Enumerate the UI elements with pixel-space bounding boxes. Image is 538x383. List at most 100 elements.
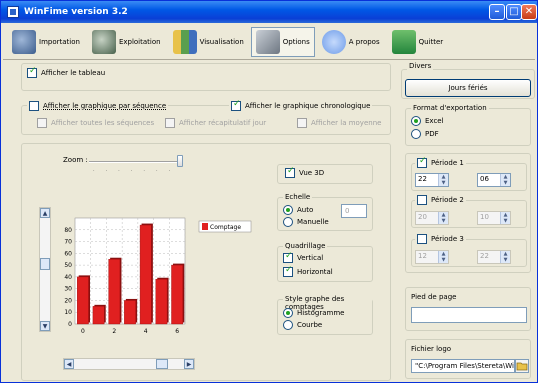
zoom-ticks: ······· — [93, 168, 182, 174]
checkbox-label: Période 2 — [431, 196, 464, 204]
y-tick-label: 40 — [64, 274, 72, 281]
periode3-checkbox[interactable]: Période 3 — [415, 234, 466, 244]
bar — [171, 264, 184, 325]
checkbox-label: Afficher le graphique chronologique — [245, 102, 371, 110]
periode1-to-spin[interactable]: 06 ▲ ▼ — [477, 173, 511, 187]
horizontal-checkbox[interactable]: Horizontal — [283, 265, 333, 277]
echelle-input[interactable]: 0 — [341, 204, 367, 218]
checkbox-label: Horizontal — [297, 268, 333, 276]
periode1-checkbox[interactable]: Période 1 — [415, 156, 466, 168]
periode1-from-spin[interactable]: 22 ▲ ▼ — [415, 173, 449, 187]
toolbar-importation[interactable]: Importation — [7, 27, 85, 57]
chart-hscroll[interactable]: ◀ ▶ — [63, 358, 195, 370]
periode3-to-spin[interactable]: 22 ▲ ▼ — [477, 250, 511, 264]
radio-excel[interactable]: Excel — [411, 116, 444, 126]
folder-icon[interactable] — [515, 359, 529, 373]
toolbar-label: Quitter — [418, 37, 444, 46]
toutes-sequences-checkbox[interactable]: Afficher toutes les séquences — [37, 118, 154, 128]
spin-value: 22 — [480, 252, 489, 260]
maximize-button[interactable]: □ — [506, 4, 522, 20]
logo-path-input[interactable]: "C:\Program Files\Stereta\Winfi — [411, 359, 515, 373]
radio-pdf[interactable]: PDF — [411, 129, 439, 139]
periode3-from-spin[interactable]: 12 ▲ ▼ — [415, 250, 449, 264]
pied-input[interactable] — [411, 307, 527, 323]
spin-arrows[interactable]: ▲ ▼ — [500, 174, 510, 186]
checkbox-label: Afficher récapitulatif jour — [179, 119, 267, 127]
checkbox-label: Période 1 — [431, 159, 464, 167]
y-tick-label: 60 — [64, 250, 72, 257]
x-tick-label: 4 — [144, 328, 148, 335]
bar — [108, 259, 121, 325]
spin-arrows[interactable]: ▲ ▼ — [500, 212, 510, 224]
toolbar-quitter[interactable]: Quitter — [387, 27, 449, 57]
scroll-thumb[interactable] — [40, 258, 50, 270]
radio-dot — [283, 308, 293, 318]
radio-dot — [283, 320, 293, 330]
spin-value: 22 — [418, 175, 427, 183]
magnifier-icon — [91, 29, 116, 54]
x-tick-label: 2 — [112, 328, 116, 335]
radio-manuelle[interactable]: Manuelle — [283, 217, 329, 227]
zoom-slider[interactable] — [177, 155, 183, 167]
app-icon — [7, 6, 19, 18]
app-window: WinFime version 3.2 – □ ✕ Importation Ex… — [0, 0, 538, 383]
periode2-from-spin[interactable]: 20 ▲ ▼ — [415, 211, 449, 225]
minimize-button[interactable]: – — [489, 4, 505, 20]
jours-feries-button[interactable]: Jours fériés — [405, 79, 531, 97]
toolbar-label: Visualisation — [199, 37, 244, 46]
graph-sequence-checkbox[interactable]: Afficher le graphique par séquence — [27, 101, 169, 111]
scroll-right-arrow[interactable]: ▶ — [184, 359, 194, 369]
radio-histogramme[interactable]: Histogramme — [283, 308, 344, 318]
checkbox-box — [27, 66, 37, 78]
spin-value: 10 — [480, 213, 489, 221]
close-button[interactable]: ✕ — [521, 4, 537, 20]
vue3d-checkbox[interactable]: Vue 3D — [285, 166, 324, 178]
checkbox-box — [417, 156, 427, 168]
vertical-checkbox[interactable]: Vertical — [283, 251, 323, 263]
afficher-tableau-checkbox[interactable]: Afficher le tableau — [27, 66, 105, 78]
spin-value: 12 — [418, 252, 427, 260]
y-tick-label: 20 — [64, 297, 72, 304]
legend-label: Comptage — [210, 224, 241, 231]
toolbar-apropos[interactable]: A propos — [317, 27, 385, 57]
scroll-down-arrow[interactable]: ▼ — [40, 321, 50, 331]
radio-dot — [411, 116, 421, 126]
spin-arrows[interactable]: ▲ ▼ — [500, 251, 510, 263]
graph-chrono-checkbox[interactable]: Afficher le graphique chronologique — [229, 99, 373, 111]
checkbox-box — [285, 166, 295, 178]
titlebar: WinFime version 3.2 – □ ✕ — [1, 1, 537, 23]
periode2-to-spin[interactable]: 10 ▲ ▼ — [477, 211, 511, 225]
bar — [77, 276, 89, 325]
checkbox-box — [297, 118, 307, 128]
chart-vscroll[interactable]: ▲ ▼ — [39, 207, 51, 332]
radio-label: Manuelle — [297, 218, 329, 226]
import-icon — [12, 29, 36, 54]
zoom-label: Zoom : — [63, 156, 88, 164]
checkbox-label: Afficher la moyenne — [311, 119, 382, 127]
chart: 80 70 60 50 40 30 20 10 0 0 2 4 6 Comptage — [64, 217, 252, 335]
moyenne-checkbox[interactable]: Afficher la moyenne — [297, 118, 381, 128]
periode2-checkbox[interactable]: Période 2 — [415, 195, 466, 205]
scroll-up-arrow[interactable]: ▲ — [40, 208, 50, 218]
spin-value: 20 — [418, 213, 427, 221]
quadrillage-label: Quadrillage — [283, 242, 328, 250]
spin-arrows[interactable]: ▲ ▼ — [438, 174, 448, 186]
toolbar-exploitation[interactable]: Exploitation — [87, 27, 166, 57]
checkbox-box — [283, 251, 293, 263]
format-label: Format d'exportation — [411, 104, 489, 112]
echelle-label: Echelle — [283, 193, 313, 201]
radio-courbe[interactable]: Courbe — [283, 320, 322, 330]
recapitulatif-checkbox[interactable]: Afficher récapitulatif jour — [165, 118, 266, 128]
spin-arrows[interactable]: ▲ ▼ — [438, 251, 448, 263]
bar — [124, 300, 136, 325]
radio-dot — [283, 205, 293, 215]
checkbox-label: Période 3 — [431, 235, 464, 243]
spin-arrows[interactable]: ▲ ▼ — [438, 212, 448, 224]
radio-auto[interactable]: Auto — [283, 205, 313, 215]
toolbar-options[interactable]: Options — [250, 26, 315, 57]
radio-label: Histogramme — [297, 309, 345, 317]
scroll-thumb[interactable] — [156, 359, 168, 369]
pied-label: Pied de page — [411, 293, 457, 301]
toolbar-visualisation[interactable]: Visualisation — [168, 27, 249, 57]
scroll-left-arrow[interactable]: ◀ — [64, 359, 74, 369]
